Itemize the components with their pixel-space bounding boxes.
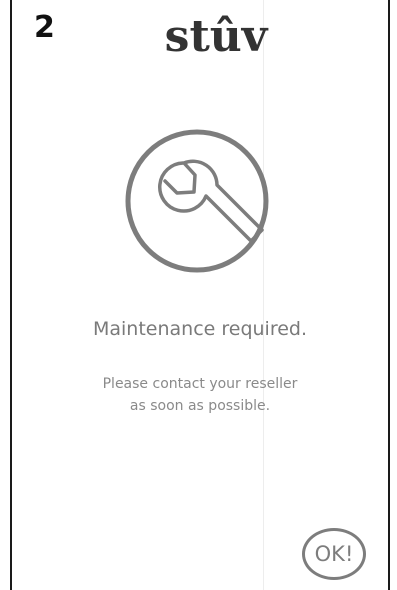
message-line: Please contact your reseller: [102, 376, 298, 392]
right-border: [388, 0, 390, 590]
divider-line: [263, 0, 264, 590]
ok-button[interactable]: OK!: [302, 528, 366, 580]
maintenance-message: Please contact your reseller as soon as …: [12, 374, 388, 417]
stuv-logo: stûv: [165, 12, 269, 56]
left-border: [10, 0, 12, 590]
screen-number: 2: [34, 10, 55, 45]
maintenance-screen: 2 stûv Maintenance required. Please cont…: [0, 0, 397, 590]
maintenance-title: Maintenance required.: [92, 318, 308, 340]
message-line: as soon as possible.: [129, 397, 271, 414]
wrench-icon: [125, 129, 269, 273]
logo-text: stûv: [165, 12, 269, 56]
